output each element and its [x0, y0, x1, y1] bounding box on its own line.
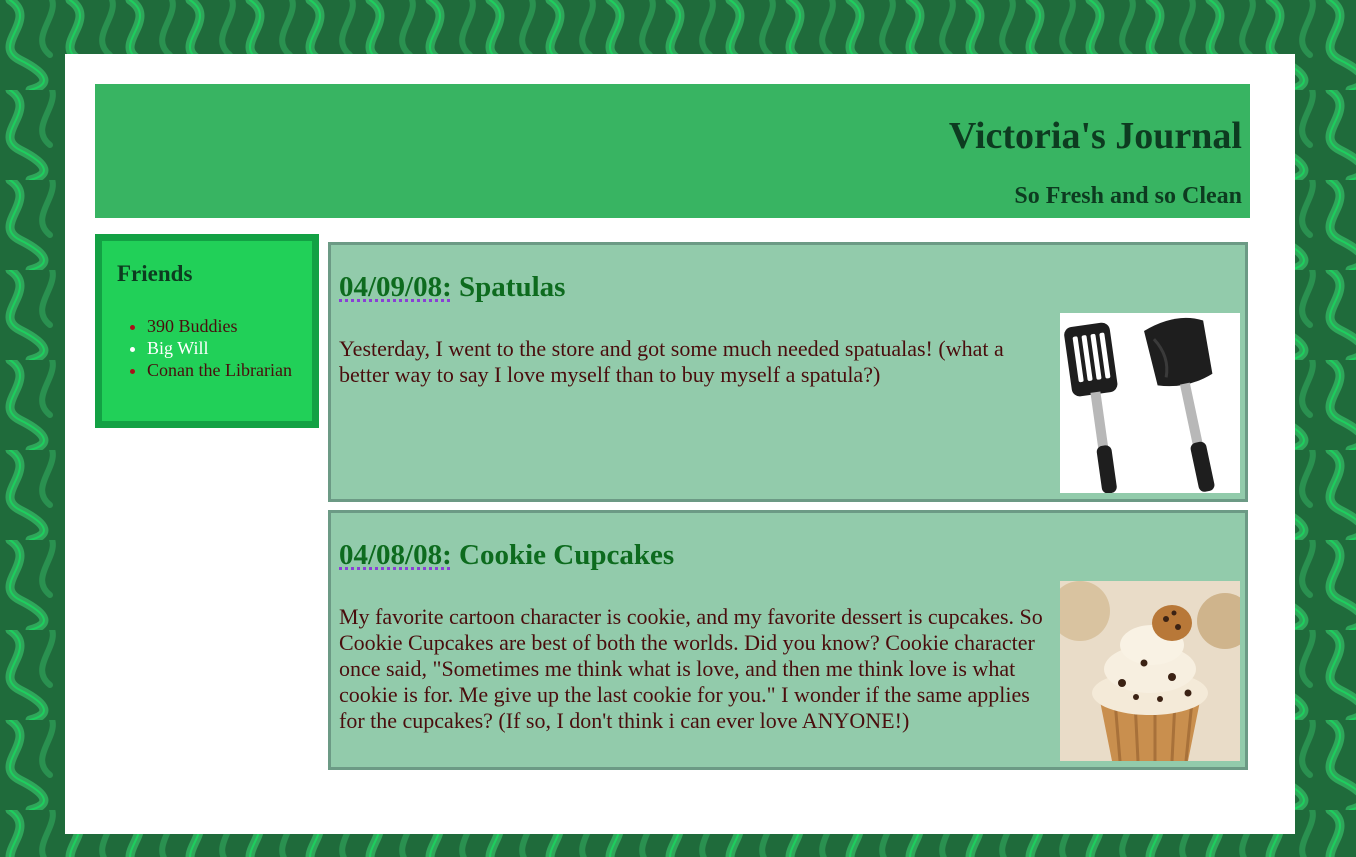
friends-sidebar: Friends 390 Buddies Big Will Conan the L… — [95, 234, 319, 428]
entry-date-link[interactable]: 04/08/08: — [339, 539, 452, 571]
site-subtitle: So Fresh and so Clean — [1014, 183, 1242, 209]
entry-heading: Cookie Cupcakes — [459, 539, 675, 571]
journal-entry: 04/09/08: Spatulas Yesterday, I went to … — [328, 242, 1248, 502]
entry-body: Yesterday, I went to the store and got s… — [339, 336, 1004, 387]
entry-date-link[interactable]: 04/09/08: — [339, 271, 452, 303]
friend-link-big-will[interactable]: Big Will — [147, 337, 297, 359]
friend-link-conan-the-librarian[interactable]: Conan the Librarian — [147, 359, 297, 381]
friends-heading: Friends — [117, 261, 193, 286]
friend-link-390-buddies[interactable]: 390 Buddies — [147, 315, 297, 337]
entry-heading: Spatulas — [459, 271, 566, 303]
friends-list: 390 Buddies Big Will Conan the Librarian — [117, 315, 297, 381]
spatulas-image — [1060, 313, 1240, 493]
entry-title: 04/08/08: Cookie Cupcakes — [339, 539, 674, 572]
journal-page: Victoria's Journal So Fresh and so Clean… — [65, 54, 1295, 834]
site-title: Victoria's Journal — [948, 115, 1242, 157]
entry-title: 04/09/08: Spatulas — [339, 271, 565, 304]
entry-body: My favorite cartoon character is cookie,… — [339, 604, 1043, 733]
cupcake-image — [1060, 581, 1240, 761]
site-header: Victoria's Journal So Fresh and so Clean — [95, 84, 1250, 218]
journal-entry: 04/08/08: Cookie Cupcakes My favorite ca… — [328, 510, 1248, 770]
